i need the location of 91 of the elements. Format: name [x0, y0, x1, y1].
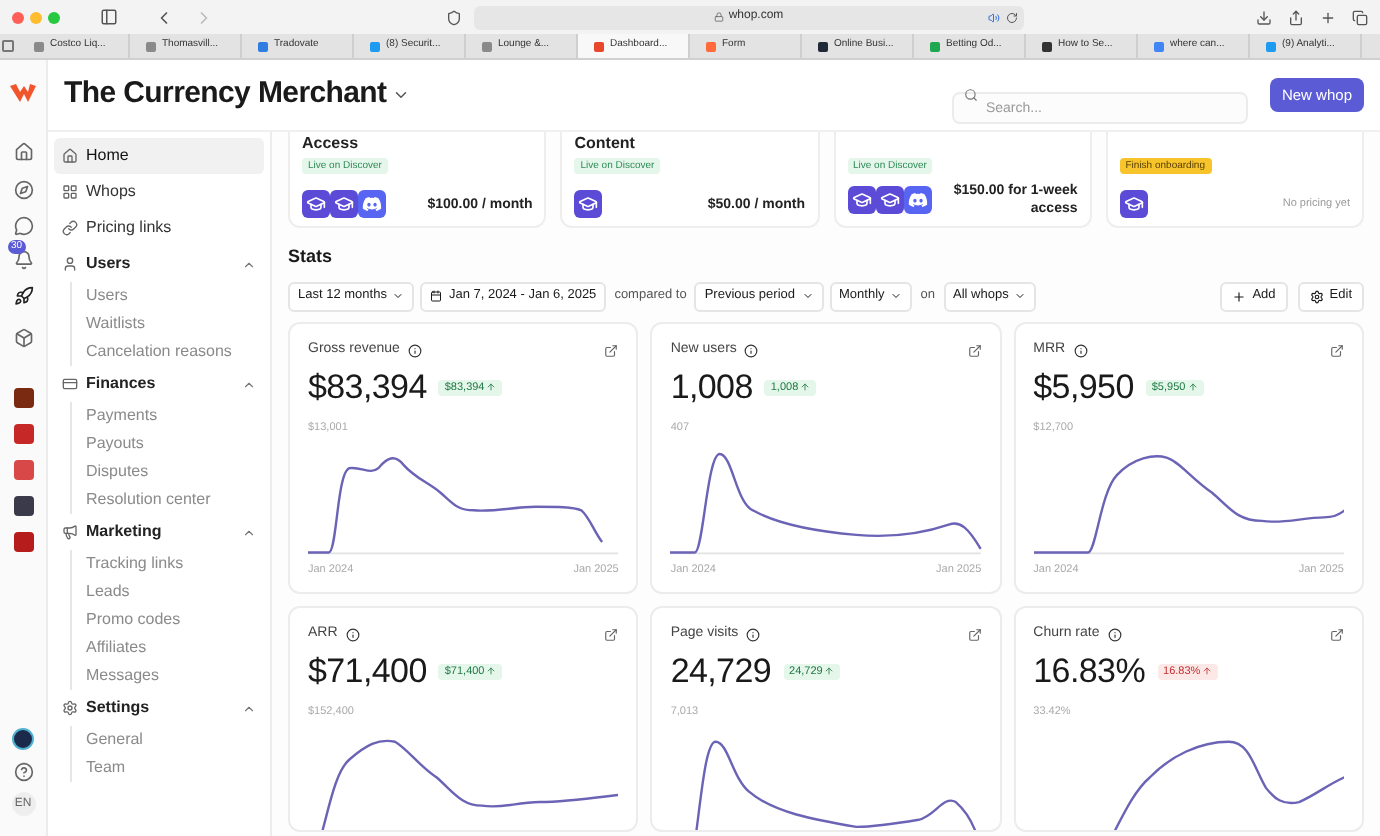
workspace-title[interactable]: The Currency Merchant: [64, 72, 387, 118]
external-link-icon[interactable]: [1329, 343, 1344, 357]
section-icon: [62, 376, 78, 392]
reload-icon[interactable]: [1006, 11, 1018, 23]
sidebar-subitem[interactable]: Affiliates: [86, 634, 264, 662]
info-icon[interactable]: [345, 627, 360, 641]
rocket-icon[interactable]: [13, 286, 33, 306]
speaker-icon[interactable]: [988, 11, 1000, 23]
app-icon[interactable]: [13, 388, 33, 408]
external-link-icon[interactable]: [604, 627, 619, 641]
chevron-down-icon: [392, 290, 405, 302]
metric-value: $71,400: [308, 649, 427, 694]
metric-value: $83,394: [308, 365, 427, 410]
external-link-icon[interactable]: [967, 343, 982, 357]
info-icon[interactable]: [1073, 343, 1088, 357]
metric-value: 24,729: [670, 649, 772, 694]
graduation-cap-app-icon: [330, 190, 358, 218]
app-icon[interactable]: [13, 424, 33, 444]
chevron-up-icon: [242, 701, 256, 715]
info-icon[interactable]: [1107, 627, 1122, 641]
info-icon[interactable]: [744, 343, 759, 357]
whop-title: Content: [574, 134, 637, 152]
chevron-down-icon: [801, 290, 813, 302]
sidebar-item-icon: [62, 184, 78, 200]
compass-icon[interactable]: [13, 180, 33, 200]
box-icon[interactable]: [13, 328, 33, 348]
chevron-down-icon: [890, 290, 903, 302]
sidebar-item-icon: [62, 220, 78, 236]
discord-app-icon: [903, 186, 931, 214]
sidebar-subitem[interactable]: Cancelation reasons: [86, 338, 264, 366]
avatar[interactable]: [12, 728, 34, 750]
sidebar-section-header[interactable]: Users: [54, 246, 264, 282]
external-link-icon[interactable]: [604, 343, 619, 357]
graduation-cap-app-icon: [574, 190, 603, 218]
sidebar-subitem[interactable]: Resolution center: [86, 486, 264, 514]
plus-icon: [1232, 289, 1247, 303]
external-link-icon[interactable]: [1329, 627, 1344, 641]
bell-icon[interactable]: [13, 250, 33, 270]
lock-icon: [714, 12, 725, 22]
tab-group-icon[interactable]: [2, 40, 14, 52]
search-icon: [963, 88, 978, 102]
external-link-icon[interactable]: [967, 627, 982, 641]
settings-icon: [1309, 289, 1324, 303]
close-window-icon[interactable]: [12, 11, 24, 23]
section-icon: [62, 524, 78, 540]
logo-icon[interactable]: [10, 84, 36, 102]
whop-title: Access: [302, 134, 361, 152]
sidebar-item[interactable]: Home: [54, 138, 264, 174]
section-icon: [62, 700, 78, 716]
sidebar-item-icon: [62, 148, 78, 164]
app-icon[interactable]: [13, 496, 33, 516]
sidebar-section-header[interactable]: Finances: [54, 366, 264, 402]
home-icon[interactable]: [13, 142, 33, 162]
info-icon[interactable]: [407, 343, 422, 357]
sidebar-section-header[interactable]: Settings: [54, 690, 264, 726]
discord-app-icon: [358, 190, 386, 218]
graduation-cap-app-icon: [875, 186, 903, 214]
sidebar-subitem[interactable]: Waitlists: [86, 310, 264, 338]
sidebar-subitem[interactable]: Leads: [86, 578, 264, 606]
sidebar-toggle-icon[interactable]: [100, 8, 118, 26]
graduation-cap-app-icon: [1119, 190, 1148, 218]
sidebar-section-header[interactable]: Marketing: [54, 514, 264, 550]
graduation-cap-app-icon: [302, 190, 330, 218]
sidebar-item[interactable]: Pricing links: [54, 210, 264, 246]
calendar-icon: [430, 290, 443, 302]
download-icon[interactable]: [1256, 9, 1272, 25]
metric-value: 1,008: [670, 365, 753, 410]
chevron-up-icon: [242, 525, 256, 539]
chevron-up-icon: [242, 257, 256, 271]
chevron-up-icon: [242, 377, 256, 391]
sidebar-item[interactable]: Whops: [54, 174, 264, 210]
sidebar-subitem[interactable]: Payouts: [86, 430, 264, 458]
new-tab-icon[interactable]: [1320, 9, 1336, 25]
tab-overview-icon[interactable]: [1352, 9, 1368, 25]
sidebar-subitem[interactable]: Promo codes: [86, 606, 264, 634]
sidebar-subitem[interactable]: Messages: [86, 662, 264, 690]
section-icon: [62, 256, 78, 272]
sidebar-subitem[interactable]: Tracking links: [86, 550, 264, 578]
metric-value: $5,950: [1033, 365, 1134, 410]
metric-value: 16.83%: [1033, 649, 1146, 694]
stats-heading: Stats: [288, 244, 335, 271]
chevron-down-icon: [1014, 290, 1027, 302]
app-icon[interactable]: [13, 532, 33, 552]
shield-icon[interactable]: [446, 9, 462, 25]
info-icon[interactable]: [746, 627, 761, 641]
graduation-cap-app-icon: [847, 186, 875, 214]
chat-icon[interactable]: [13, 216, 33, 236]
sidebar-subitem[interactable]: Disputes: [86, 458, 264, 486]
help-icon[interactable]: [13, 762, 33, 782]
chevron-down-icon[interactable]: [392, 86, 411, 104]
share-icon[interactable]: [1288, 9, 1304, 25]
